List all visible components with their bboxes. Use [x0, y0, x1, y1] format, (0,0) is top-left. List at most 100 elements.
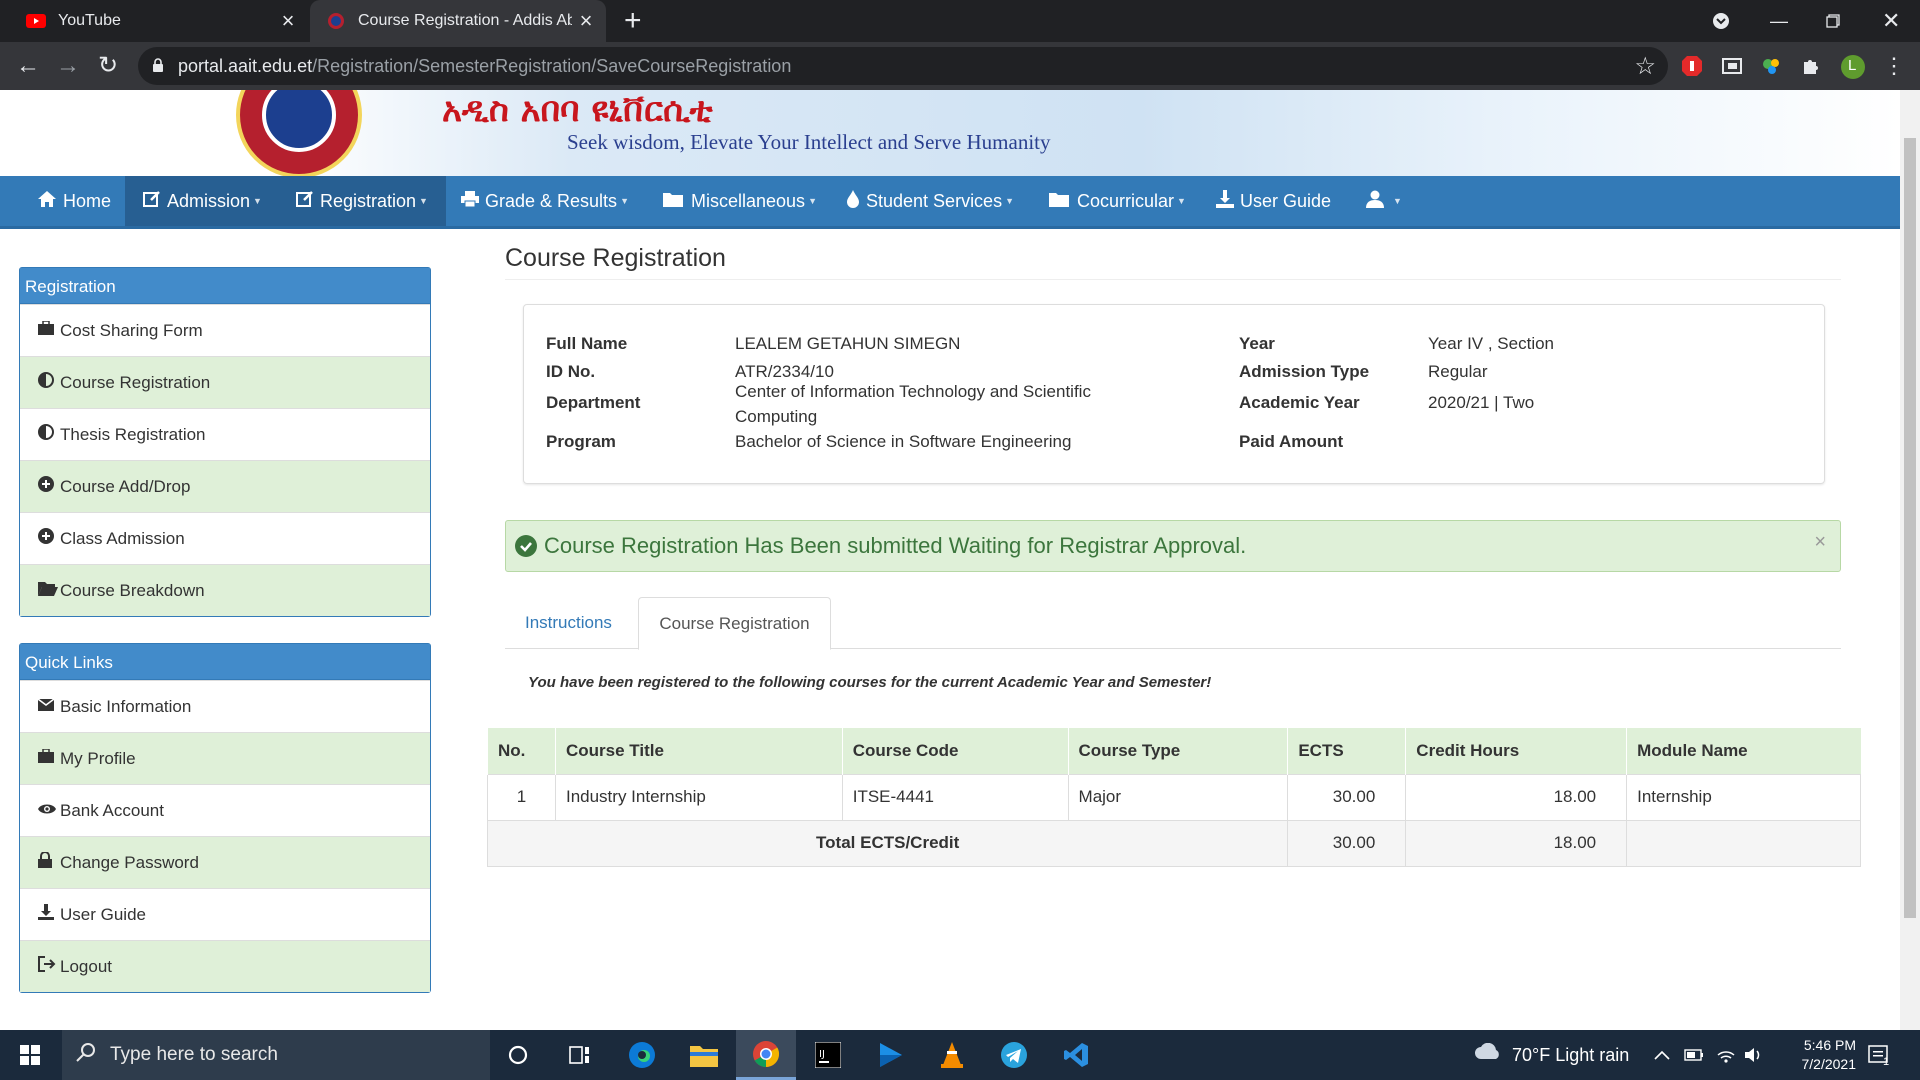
sidebar-item-cost-sharing-form[interactable]: Cost Sharing Form	[20, 304, 430, 356]
nav-user-guide[interactable]: User Guide	[1198, 176, 1349, 226]
table-cell: ITSE-4441	[841, 773, 1069, 821]
sidebar-item-label: Cost Sharing Form	[60, 320, 203, 340]
cortana-icon[interactable]	[488, 1030, 548, 1080]
total-label: Total ECTS/Credit	[486, 819, 1289, 867]
cast-extension-icon[interactable]	[1720, 54, 1744, 78]
academic-year-value: 2020/21 | Two	[1428, 393, 1535, 412]
table-cell: Major	[1067, 773, 1289, 821]
forward-icon[interactable]: →	[54, 52, 82, 80]
bookmark-star-icon[interactable]: ☆	[1634, 52, 1656, 81]
logout-icon	[38, 956, 56, 977]
browser-toolbar: ← → ↻ portal.aait.edu.et/Registration/Se…	[0, 42, 1920, 90]
table-cell: Internship	[1626, 773, 1861, 821]
nav-registration[interactable]: Registration ▼	[278, 176, 446, 226]
close-window-icon[interactable]: ✕	[1882, 0, 1900, 42]
vscode-icon[interactable]	[1046, 1030, 1106, 1080]
back-icon[interactable]: ←	[14, 52, 42, 80]
vlc-icon[interactable]	[922, 1030, 982, 1080]
check-circle-icon	[515, 535, 537, 562]
nav-cocurricular[interactable]: Cocurricular ▼	[1031, 176, 1204, 226]
university-favicon	[326, 11, 346, 31]
nav-admission[interactable]: Admission ▼	[125, 176, 280, 226]
show-hidden-icons[interactable]	[1654, 1030, 1670, 1080]
jetbrains-icon[interactable]: IJ	[798, 1030, 858, 1080]
nav-miscellaneous[interactable]: Miscellaneous ▼	[645, 176, 835, 226]
minimize-icon[interactable]: —	[1770, 0, 1788, 42]
sidebar-item-bank-account[interactable]: Bank Account	[20, 784, 430, 836]
sidebar-item-user-guide[interactable]: User Guide	[20, 888, 430, 940]
palette-extension-icon[interactable]	[1760, 54, 1784, 78]
clock-time: 5:46 PM	[1803, 1037, 1856, 1053]
adblock-extension-icon[interactable]	[1680, 54, 1704, 78]
program-value: Bachelor of Science in Software Engineer…	[735, 432, 1072, 451]
home-icon	[37, 190, 57, 213]
sidebar-item-course-add-drop[interactable]: Course Add/Drop	[20, 460, 430, 512]
reload-icon[interactable]: ↻	[94, 52, 122, 80]
address-bar[interactable]: portal.aait.edu.et/Registration/Semester…	[138, 47, 1668, 85]
close-tab-icon[interactable]: ×	[274, 8, 302, 34]
more-menu-icon[interactable]: ⋮	[1880, 52, 1908, 80]
cloud-rain-icon	[1474, 1042, 1502, 1068]
year-label: Year	[1239, 334, 1275, 353]
user-icon	[1366, 190, 1384, 213]
sidebar-item-course-registration[interactable]: Course Registration	[20, 356, 430, 408]
notification-center-icon[interactable]: 1	[1868, 1030, 1890, 1080]
tab-course-registration[interactable]: Course Registration - Addis Ababa ×	[310, 0, 606, 42]
tab-search-icon[interactable]	[1712, 0, 1730, 42]
wifi-icon[interactable]	[1716, 1030, 1736, 1080]
registration-panel: Registration Cost Sharing Form Course Re…	[19, 267, 431, 617]
profile-avatar[interactable]: L	[1840, 54, 1865, 79]
sidebar-item-logout[interactable]: Logout	[20, 940, 430, 992]
edge-icon[interactable]	[612, 1030, 672, 1080]
table-cell	[1626, 819, 1861, 867]
sidebar-item-change-password[interactable]: Change Password	[20, 836, 430, 888]
tab-instructions[interactable]: Instructions	[505, 597, 632, 649]
new-tab-button[interactable]: +	[624, 4, 642, 38]
column-header: Module Name	[1626, 728, 1861, 774]
year-value: Year IV , Section	[1428, 334, 1555, 353]
nav-label: User Guide	[1240, 190, 1332, 211]
file-explorer-icon[interactable]	[674, 1030, 734, 1080]
sidebar-item-class-admission[interactable]: Class Admission	[20, 512, 430, 564]
nav-label: Registration	[320, 190, 417, 211]
adjust-icon	[38, 424, 56, 445]
media-player-icon[interactable]	[860, 1030, 920, 1080]
taskbar-clock[interactable]: 5:46 PM 7/2/2021	[1802, 1036, 1857, 1074]
chrome-icon[interactable]	[736, 1030, 796, 1080]
success-alert: Course Registration Has Been submitted W…	[505, 520, 1841, 572]
adjust-icon	[38, 372, 56, 393]
nav-home[interactable]: Home	[19, 176, 129, 226]
main-navbar: Home Admission ▼ Registration ▼ Grade & Re…	[0, 176, 1900, 229]
tab-title: Course Registration - Addis Ababa	[358, 12, 572, 29]
academic-year-label: Academic Year	[1239, 393, 1360, 412]
folder-icon	[1049, 191, 1071, 212]
sidebar-item-course-breakdown[interactable]: Course Breakdown	[20, 564, 430, 616]
windows-start-icon[interactable]	[0, 1030, 60, 1080]
restore-icon[interactable]	[1826, 0, 1840, 42]
telegram-icon[interactable]	[984, 1030, 1044, 1080]
volume-icon[interactable]	[1744, 1030, 1764, 1080]
taskbar-search-box[interactable]: Type here to search	[62, 1030, 490, 1080]
close-tab-icon[interactable]: ×	[572, 8, 600, 34]
sidebar-item-thesis-registration[interactable]: Thesis Registration	[20, 408, 430, 460]
page-scrollbar[interactable]	[1900, 90, 1920, 1030]
web-page: አዲስ አበባ ዩኒቨርሲቲ Seek wisdom, Elevate Your…	[0, 90, 1900, 1030]
task-view-icon[interactable]	[550, 1030, 610, 1080]
scrollbar-thumb[interactable]	[1904, 138, 1916, 918]
tab-youtube[interactable]: YouTube ×	[8, 0, 308, 42]
sidebar-item-my-profile[interactable]: My Profile	[20, 732, 430, 784]
search-placeholder: Type here to search	[110, 1044, 278, 1065]
quick-links-panel-title: Quick Links	[20, 644, 430, 680]
browser-tab-strip: YouTube × Course Registration - Addis Ab…	[0, 0, 1920, 42]
alert-close-button[interactable]: ×	[1814, 531, 1826, 554]
university-name-amharic: አዲስ አበባ ዩኒቨርሲቲ	[442, 90, 713, 130]
nav-student-services[interactable]: Student Services ▼	[828, 176, 1032, 226]
extensions-puzzle-icon[interactable]	[1800, 54, 1824, 78]
nav-grade-results[interactable]: Grade & Results ▼	[443, 176, 647, 226]
nav-user-menu[interactable]: ▼	[1348, 176, 1420, 226]
weather-widget[interactable]: 70°F Light rain	[1474, 1030, 1629, 1080]
sidebar-item-basic-information[interactable]: Basic Information	[20, 680, 430, 732]
table-cell: 30.00	[1287, 773, 1407, 821]
tab-course-registration[interactable]: Course Registration	[638, 597, 831, 650]
battery-icon[interactable]	[1684, 1030, 1704, 1080]
